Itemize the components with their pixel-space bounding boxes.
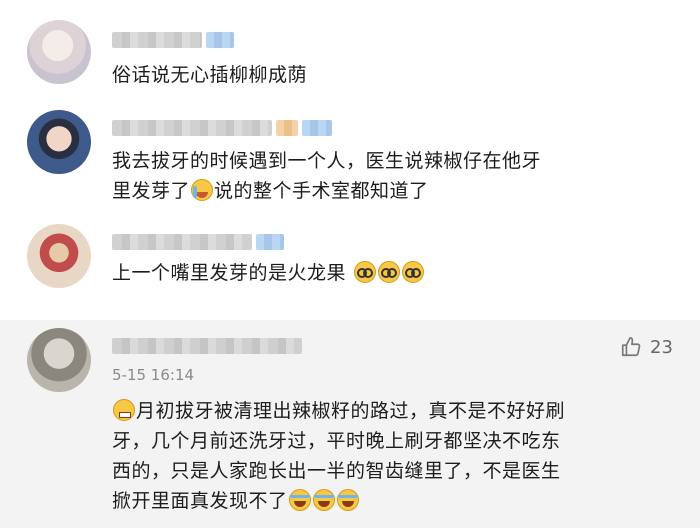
like-count: 23	[650, 336, 673, 358]
comment-timestamp: 5-15 16:14	[112, 366, 195, 384]
user-badge-blurred	[206, 32, 234, 48]
like-button[interactable]: 23	[620, 336, 673, 358]
avatar[interactable]	[27, 20, 91, 84]
username-blurred[interactable]	[112, 234, 252, 250]
user-badge-blurred	[302, 120, 332, 136]
username-blurred[interactable]	[112, 120, 272, 136]
glasses-emoji-icon	[353, 261, 376, 283]
comment-text-line: 我去拔牙的时候遇到一个人，医生说辣椒仔在他牙	[112, 150, 542, 172]
comment-text: 月初拔牙被清理出辣椒籽的路过，真不是不好好刷 牙，几个月前还洗牙过，平时晚上刷牙…	[112, 396, 565, 516]
glasses-emoji-icon	[401, 261, 424, 283]
comment-text-line: 里发芽了 说的整个手术室都知道了	[112, 176, 541, 206]
avatar[interactable]	[27, 110, 91, 174]
comment-text: 俗话说无心插柳柳成荫	[112, 64, 308, 86]
laugh-emoji-icon	[312, 489, 335, 511]
comment-text-part: 上一个嘴里发芽的是火龙果	[112, 262, 347, 284]
user-badge-blurred	[256, 234, 284, 250]
comment-text-line: 掀开里面真发现不了	[112, 486, 565, 516]
laugh-emoji-icon	[288, 489, 311, 511]
thumbs-up-icon	[621, 337, 641, 357]
user-badge-blurred	[276, 120, 298, 136]
comment-text: 上一个嘴里发芽的是火龙果	[112, 258, 425, 288]
avatar[interactable]	[27, 224, 91, 288]
glasses-emoji-icon	[377, 261, 400, 283]
grin-emoji-icon	[113, 399, 135, 421]
cry-emoji-icon	[191, 179, 214, 201]
comment-text-part: 说的整个手术室都知道了	[214, 180, 429, 202]
username-blurred[interactable]	[112, 338, 302, 354]
comment-text-part: 里发芽了	[112, 180, 191, 202]
comment-text-line: 月初拔牙被清理出辣椒籽的路过，真不是不好好刷	[112, 396, 565, 426]
comment-text: 我去拔牙的时候遇到一个人，医生说辣椒仔在他牙 里发芽了 说的整个手术室都知道了	[112, 146, 541, 206]
comment-text-line: 牙，几个月前还洗牙过，平时晚上刷牙都坚决不吃东	[112, 430, 561, 452]
comment-text-part: 掀开里面真发现不了	[112, 490, 288, 512]
comment-text-part: 月初拔牙被清理出辣椒籽的路过，真不是不好好刷	[136, 400, 566, 422]
comment-text-line: 西的，只是人家跑长出一半的智齿缝里了，不是医生	[112, 460, 561, 482]
username-blurred[interactable]	[112, 32, 202, 48]
avatar[interactable]	[27, 328, 91, 392]
laugh-emoji-icon	[336, 489, 359, 511]
